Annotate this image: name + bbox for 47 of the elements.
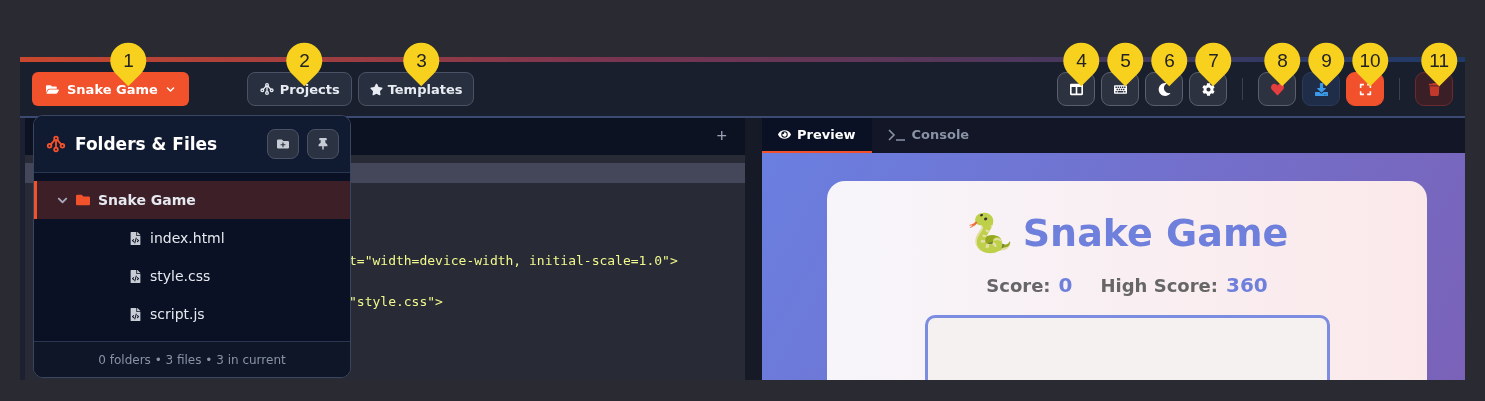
folder-icon	[76, 193, 90, 207]
tree-icon	[45, 133, 67, 155]
keyboard-icon	[1113, 82, 1127, 96]
terminal-icon	[887, 128, 906, 141]
code-line: t="width=device-width, initial-scale=1.0">	[349, 253, 679, 268]
game-title: Snake Game	[1022, 211, 1289, 255]
score-value: 0	[1058, 273, 1073, 297]
moon-icon	[1157, 82, 1171, 96]
file-icon	[129, 307, 142, 321]
file-item[interactable]: style.css	[34, 257, 350, 295]
templates-button[interactable]: Templates	[357, 72, 475, 106]
item-name: script.js	[150, 306, 205, 322]
chevron-icon	[165, 84, 175, 94]
project-button[interactable]: Snake Game	[32, 72, 189, 106]
folder-item[interactable]: Snake Game	[34, 181, 350, 219]
score-label: Score:	[986, 275, 1051, 296]
layout-icon	[1069, 82, 1083, 96]
folder-plus-icon	[277, 138, 289, 150]
eye-icon	[778, 128, 791, 141]
star-icon	[369, 82, 383, 96]
file-item[interactable]: script.js	[34, 295, 350, 333]
pin-icon	[317, 138, 329, 150]
panel-footer: 0 folders • 3 files • 3 in current	[34, 341, 350, 377]
download-icon	[1314, 82, 1328, 96]
folder-icon	[46, 82, 59, 96]
add-tab-button[interactable]: +	[710, 125, 733, 148]
file-icon	[129, 269, 142, 283]
heart-icon	[1270, 82, 1284, 96]
settings-icon	[1201, 82, 1215, 96]
item-name: Snake Game	[98, 192, 196, 208]
trash-icon	[1427, 82, 1441, 96]
file-icon	[129, 231, 142, 245]
file-item[interactable]: index.html	[34, 219, 350, 257]
pin-button[interactable]	[307, 129, 339, 159]
code-line: "style.css">	[349, 294, 444, 309]
preview-tab[interactable]: Preview	[762, 118, 872, 153]
projects-button[interactable]: Projects	[246, 72, 352, 106]
panel-title: Folders & Files	[75, 134, 219, 154]
item-name: style.css	[150, 268, 211, 284]
high-score-value: 360	[1225, 273, 1268, 297]
expand-icon	[1358, 82, 1372, 96]
new-folder-button[interactable]	[267, 129, 299, 159]
preview-tab[interactable]: Console	[871, 118, 986, 153]
tree-icon	[258, 81, 275, 97]
item-name: index.html	[150, 230, 225, 246]
snake-emoji: 🐍	[965, 211, 1013, 255]
high-score-label: High Score:	[1100, 275, 1218, 296]
